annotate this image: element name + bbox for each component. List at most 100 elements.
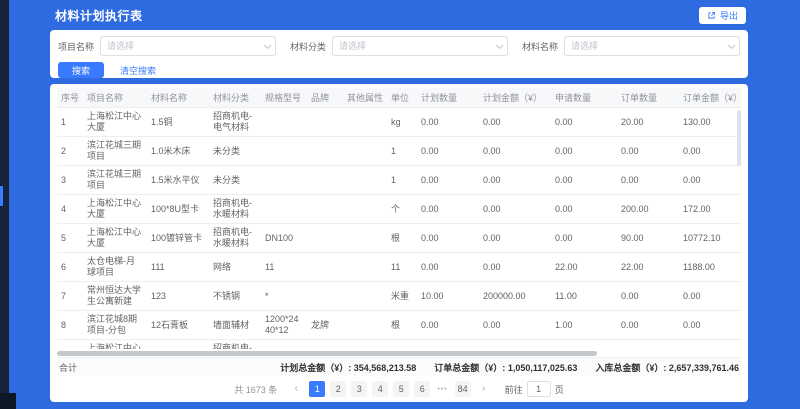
table-cell: 0.00 bbox=[479, 346, 551, 350]
table-cell: 0.00 bbox=[479, 143, 551, 160]
table-cell: 招商机电-水暖材料 bbox=[209, 195, 261, 223]
filter-group-material: 材料名称 bbox=[522, 36, 740, 56]
page-button[interactable]: 5 bbox=[393, 381, 409, 397]
table-row: 6太仓电梯-月球项目111网络11110.000.0022.0022.00118… bbox=[57, 253, 741, 282]
project-name-input[interactable] bbox=[100, 36, 276, 56]
table-cell: 0.00 bbox=[417, 317, 479, 334]
table-cell bbox=[343, 206, 387, 212]
table-cell: 0.00 bbox=[617, 143, 679, 160]
header-cell: 规格型号 bbox=[261, 88, 307, 107]
clear-search-button[interactable]: 清空搜索 bbox=[114, 64, 162, 77]
table-cell: 常州恒达大学生公寓新建 bbox=[83, 282, 147, 310]
table-cell bbox=[343, 235, 387, 241]
table-cell: 0.00 bbox=[551, 346, 617, 350]
table-cell: DN100 bbox=[261, 230, 307, 247]
plan-total: 计划总金额（¥）: 354,568,213.58 bbox=[280, 361, 416, 374]
sidebar-collapse-button[interactable] bbox=[0, 393, 16, 409]
header-cell: 计划数量 bbox=[417, 88, 479, 107]
horizontal-scrollbar-thumb[interactable] bbox=[57, 351, 597, 356]
project-name-select[interactable] bbox=[100, 36, 276, 56]
table-cell: 1 bbox=[57, 114, 83, 131]
material-category-select[interactable] bbox=[332, 36, 508, 56]
header-cell: 材料名称 bbox=[147, 88, 209, 107]
goto-page: 前往 页 bbox=[505, 381, 564, 397]
table-cell bbox=[343, 119, 387, 125]
table-cell bbox=[307, 148, 343, 154]
pager-pages: 123456 bbox=[309, 381, 430, 397]
material-category-label: 材料分类 bbox=[290, 40, 326, 53]
table-cell: 0.00 bbox=[679, 172, 741, 189]
table-cell: 0.00 bbox=[551, 143, 617, 160]
table-cell bbox=[261, 206, 307, 212]
table-cell: 1188.00 bbox=[679, 259, 741, 276]
table-cell: 0.00 bbox=[617, 288, 679, 305]
table-cell: 0.00 bbox=[551, 201, 617, 218]
table-cell: 0.00 bbox=[417, 201, 479, 218]
export-button[interactable]: 导出 bbox=[699, 7, 746, 24]
table-cell bbox=[343, 148, 387, 154]
table-cell: 1.5米水平仪 bbox=[147, 172, 209, 189]
header-cell: 订单金额（¥） bbox=[679, 88, 745, 107]
table-cell: 11.00 bbox=[551, 288, 617, 305]
inbound-total: 入库总金额（¥）: 2,657,339,761.46 bbox=[595, 361, 739, 374]
table-cell: 3 bbox=[57, 172, 83, 189]
table-cell bbox=[307, 119, 343, 125]
table-cell: 0.00 bbox=[417, 172, 479, 189]
table-body: 1上海松江中心大厦1.5铜招商机电-电气材料kg0.000.000.0020.0… bbox=[57, 108, 741, 349]
table-cell: 个 bbox=[387, 201, 417, 218]
table-cell: 未分类 bbox=[209, 172, 261, 189]
table-header: 序号项目名称材料名称材料分类规格型号品牌其他属性单位计划数量计划金额（¥）申请数… bbox=[57, 88, 741, 108]
sidebar-active-indicator bbox=[0, 186, 3, 206]
table-cell: 1 bbox=[387, 143, 417, 160]
material-name-input[interactable] bbox=[564, 36, 740, 56]
table-cell: 22.00 bbox=[551, 259, 617, 276]
header-cell: 申请数量 bbox=[551, 88, 617, 107]
table-cell: 150*10U型卡 bbox=[147, 346, 209, 350]
filter-card: 项目名称 材料分类 材料名称 搜索 清空搜索 bbox=[50, 30, 748, 78]
prev-page-button[interactable]: ‹ bbox=[288, 381, 304, 397]
table-cell: 0.00 bbox=[479, 114, 551, 131]
table-cell: kg bbox=[387, 114, 417, 131]
table-cell bbox=[307, 177, 343, 183]
table-cell: 20.00 bbox=[617, 114, 679, 131]
table-cell: 0.00 bbox=[551, 230, 617, 247]
table-cell bbox=[261, 148, 307, 154]
table-row: 7常州恒达大学生公寓新建123不锈钢*米重10.00200000.0011.00… bbox=[57, 282, 741, 311]
table-cell: 上海松江中心大厦 bbox=[83, 224, 147, 252]
table-cell bbox=[261, 177, 307, 183]
last-page-button[interactable]: 84 bbox=[455, 381, 471, 397]
table-cell: 11 bbox=[261, 259, 307, 276]
table-row: 8滨江花城8期项目-分包12石膏板墙面辅材1200*2440*12龙牌根0.00… bbox=[57, 311, 741, 340]
page-title: 材料计划执行表 bbox=[55, 7, 143, 24]
material-name-select[interactable] bbox=[564, 36, 740, 56]
page-button[interactable]: 2 bbox=[330, 381, 346, 397]
table-cell: 0.00 bbox=[617, 172, 679, 189]
table-cell bbox=[307, 206, 343, 212]
table-cell: 1200*2440*12 bbox=[261, 311, 307, 339]
table-cell: 招商机电-电气材料 bbox=[209, 108, 261, 136]
search-button[interactable]: 搜索 bbox=[58, 62, 104, 78]
table-row: 4上海松江中心大厦100*8U型卡招商机电-水暖材料个0.000.000.002… bbox=[57, 195, 741, 224]
table-cell: * bbox=[261, 288, 307, 305]
summary-groups: 计划总金额（¥）: 354,568,213.58 订单总金额（¥）: 1,050… bbox=[280, 361, 739, 374]
page-button[interactable]: 3 bbox=[351, 381, 367, 397]
page-button[interactable]: 4 bbox=[372, 381, 388, 397]
page-button[interactable]: 1 bbox=[309, 381, 325, 397]
table-cell: 网络 bbox=[209, 259, 261, 276]
table-cell: 龙牌 bbox=[307, 317, 343, 334]
page-button[interactable]: 6 bbox=[414, 381, 430, 397]
next-page-button[interactable]: › bbox=[476, 381, 492, 397]
header-cell: 其他属性 bbox=[343, 88, 387, 107]
table-cell: 0.00 bbox=[479, 317, 551, 334]
summary-total-label: 合计 bbox=[59, 361, 77, 374]
table-cell: 米重 bbox=[387, 288, 417, 305]
goto-page-input[interactable] bbox=[527, 381, 551, 397]
table-row: 5上海松江中心大厦100镀锌管卡招商机电-水暖材料DN100根0.000.000… bbox=[57, 224, 741, 253]
table-cell: 0.00 bbox=[417, 114, 479, 131]
table-row: 3滨江花城三期项目1.5米水平仪未分类10.000.000.000.000.00 bbox=[57, 166, 741, 195]
table-cell: 个 bbox=[387, 346, 417, 350]
vertical-scrollbar[interactable] bbox=[737, 110, 741, 166]
material-category-input[interactable] bbox=[332, 36, 508, 56]
pagination-ellipsis: ••• bbox=[435, 386, 449, 393]
table-card: 序号项目名称材料名称材料分类规格型号品牌其他属性单位计划数量计划金额（¥）申请数… bbox=[50, 84, 748, 402]
